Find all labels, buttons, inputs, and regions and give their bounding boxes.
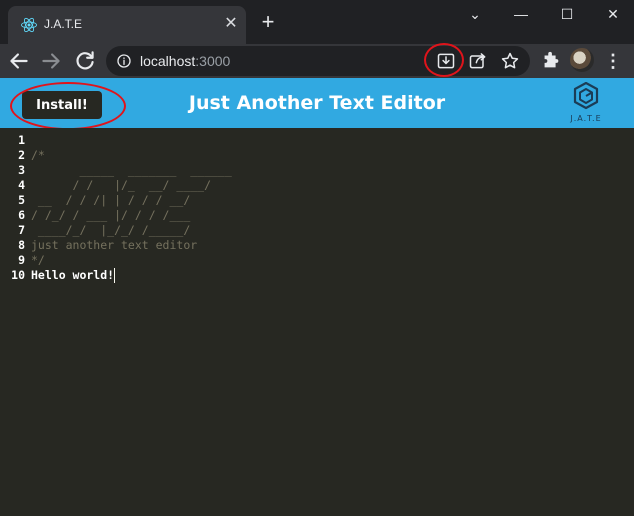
code-line[interactable]: just another text editor — [31, 238, 197, 253]
profile-avatar[interactable] — [570, 48, 594, 72]
info-icon[interactable] — [116, 53, 132, 69]
line-number: 2 — [18, 148, 25, 162]
code-line-current[interactable]: Hello world! — [31, 268, 116, 283]
line-number: 8 — [18, 238, 25, 252]
puzzle-icon[interactable] — [540, 50, 562, 72]
share-icon[interactable] — [468, 51, 488, 71]
minimize-button[interactable]: — — [498, 0, 544, 28]
url-host: localhost — [140, 53, 196, 69]
tab-search-icon[interactable]: ⌄ — [452, 0, 498, 28]
close-window-button[interactable]: ✕ — [590, 0, 634, 28]
install-app-icon[interactable] — [436, 51, 456, 71]
star-icon[interactable] — [500, 51, 520, 71]
logo-text: J.A.T.E — [570, 114, 602, 123]
arrow-right-icon[interactable] — [38, 48, 64, 74]
app-header: Install! Just Another Text Editor J.A.T.… — [0, 78, 634, 128]
new-tab-button[interactable]: + — [258, 11, 278, 33]
code-line[interactable]: /* — [31, 148, 45, 163]
line-number: 6 — [18, 208, 25, 222]
code-line[interactable]: ____/_/ |_/_/ /_____/ — [31, 223, 190, 238]
line-number: 1 — [18, 133, 25, 147]
address-bar[interactable]: localhost:3000 — [106, 46, 530, 76]
code-line[interactable]: / /_/ / ___ |/ / / /___ — [31, 208, 190, 223]
line-number: 3 — [18, 163, 25, 177]
code-line[interactable]: */ — [31, 253, 45, 268]
code-line[interactable]: __ / / /| | / / / __/ — [31, 193, 190, 208]
arrow-left-icon[interactable] — [6, 48, 32, 74]
browser-tabstrip: J.A.T.E ✕ + ⌄ — ☐ ✕ — [0, 0, 634, 44]
reload-icon[interactable] — [72, 48, 98, 74]
browser-toolbar: localhost:3000 ⋮ — [0, 44, 634, 78]
url-text[interactable]: localhost:3000 — [140, 53, 230, 69]
react-logo-icon — [21, 17, 37, 33]
code-line[interactable]: / / |/_ __/ ____/ — [31, 178, 211, 193]
maximize-button[interactable]: ☐ — [544, 0, 590, 28]
line-number: 10 — [11, 268, 25, 282]
line-number: 9 — [18, 253, 25, 267]
line-number: 4 — [18, 178, 25, 192]
browser-tab[interactable]: J.A.T.E ✕ — [8, 6, 246, 44]
code-line-text: Hello world! — [31, 268, 115, 282]
kebab-menu-icon[interactable]: ⋮ — [604, 50, 622, 72]
app-title: Just Another Text Editor — [188, 92, 446, 114]
jate-logo-icon — [573, 82, 599, 110]
line-number: 7 — [18, 223, 25, 237]
tab-title: J.A.T.E — [44, 17, 83, 31]
url-port: :3000 — [195, 53, 231, 69]
code-editor[interactable]: 1 2 3 4 5 6 7 8 9 10 /* _____ _______ __… — [0, 128, 634, 516]
tab-close-icon[interactable]: ✕ — [222, 15, 240, 33]
text-cursor — [114, 268, 116, 283]
line-number: 5 — [18, 193, 25, 207]
code-line[interactable]: _____ _______ ______ — [31, 163, 231, 178]
